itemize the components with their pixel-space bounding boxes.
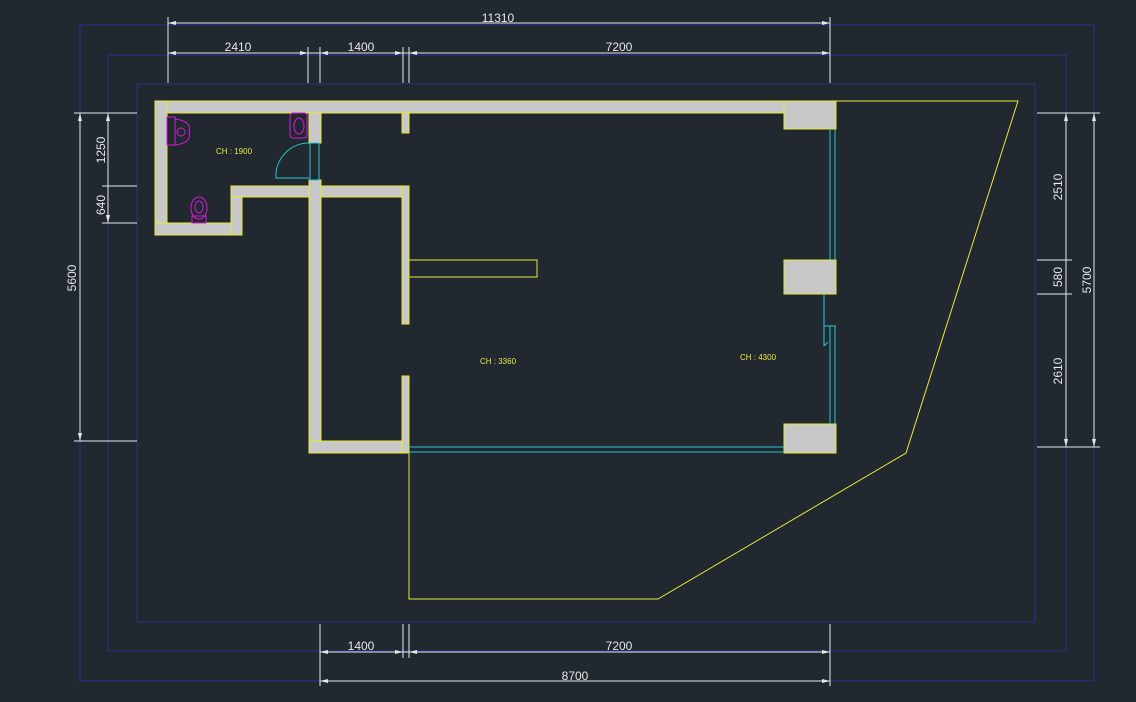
terrace-outline <box>408 100 1019 600</box>
dim-left-lower: 640 <box>94 195 108 215</box>
floor-plan-drawing: CH : 1900 CH : 3360 CH : 4300 11310 2410… <box>65 11 1100 686</box>
outer-frame <box>79 24 1095 682</box>
dim-right-mid: 580 <box>1051 267 1065 287</box>
pier-mid-right <box>783 259 837 295</box>
toilet-door-swing <box>275 142 310 179</box>
drawing-frames <box>79 24 1095 682</box>
glazing <box>275 129 836 453</box>
dim-top-mid: 1400 <box>348 40 375 54</box>
dim-bottom-total: 8700 <box>562 669 589 683</box>
inner-frame <box>136 83 1036 623</box>
wall-toilet-left <box>154 100 168 236</box>
wall-hall-bottom <box>308 440 410 454</box>
dim-top-right: 7200 <box>606 40 633 54</box>
room-label-toilet: CH : 1900 <box>216 147 253 156</box>
counter <box>408 259 538 278</box>
room-label-hall: CH : 3360 <box>480 357 517 366</box>
wall-middle-upper <box>401 185 410 325</box>
dimension-ticks <box>78 21 1096 683</box>
dim-bottom-right: 7200 <box>606 639 633 653</box>
dimension-lines <box>74 17 1100 686</box>
dim-bottom-mid: 1400 <box>348 639 375 653</box>
dim-left-total: 5600 <box>65 264 79 291</box>
dim-top-left: 2410 <box>225 40 252 54</box>
pier-top-right <box>783 100 837 130</box>
dim-right-lower: 2610 <box>1051 357 1065 384</box>
wall-partition-upper <box>308 112 322 144</box>
pier-bottom-right <box>783 423 837 454</box>
wall-middle-stub-top <box>401 112 410 134</box>
dim-top-total: 11310 <box>482 11 515 25</box>
dim-right-upper: 2510 <box>1051 173 1065 200</box>
wall-top <box>154 100 837 114</box>
toilet-icon <box>190 196 208 224</box>
wall-toilet-bottom <box>154 222 243 236</box>
wall-hall-left <box>308 179 322 454</box>
dim-left-upper: 1250 <box>94 136 108 163</box>
urinal-icon <box>166 116 190 146</box>
dim-right-total: 5700 <box>1080 266 1094 293</box>
washbasin-icon <box>289 112 308 139</box>
room-label-main: CH : 4300 <box>740 353 777 362</box>
toilet-door-leaf <box>309 142 320 181</box>
middle-frame <box>107 54 1067 652</box>
wall-middle-lower <box>401 375 410 454</box>
